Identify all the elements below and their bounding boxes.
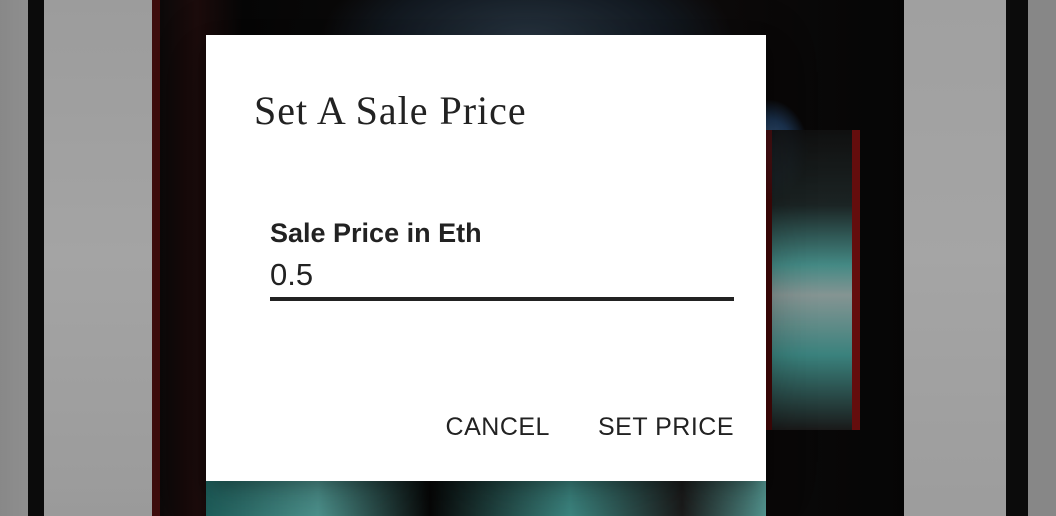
set-price-button[interactable]: SET PRICE — [550, 407, 734, 447]
dialog-actions: CANCEL SET PRICE — [398, 407, 734, 447]
sale-price-field: Sale Price in Eth — [270, 215, 734, 301]
sale-price-input[interactable] — [270, 253, 734, 301]
cancel-button[interactable]: CANCEL — [398, 407, 550, 447]
dialog-title: Set A Sale Price — [254, 88, 527, 133]
sale-price-label: Sale Price in Eth — [270, 218, 482, 248]
sale-price-dialog: Set A Sale Price Sale Price in Eth CANCE… — [206, 35, 766, 481]
